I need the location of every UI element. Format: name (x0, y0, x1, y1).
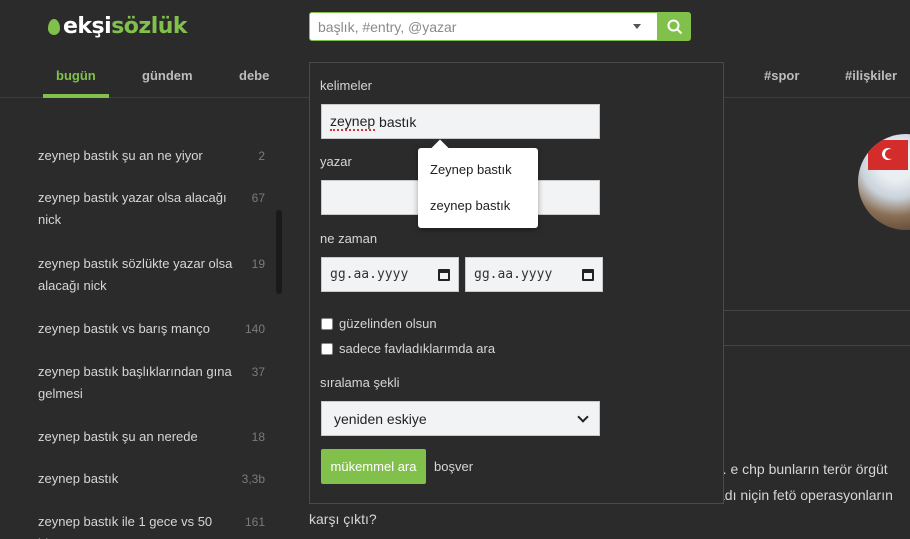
topic-title: zeynep bastık başlıklarından gına gelmes… (38, 364, 232, 401)
topic-count: 37 (251, 365, 265, 379)
chevron-down-icon (577, 410, 589, 423)
topic-count: 3,3b (241, 472, 265, 486)
topic-title: zeynep bastık vs barış manço (38, 321, 210, 336)
calendar-icon[interactable] (438, 268, 450, 281)
divider (724, 310, 910, 311)
site-logo[interactable]: ekşisözlük (48, 12, 188, 40)
logo-text-part2: sözlük (111, 13, 188, 39)
reset-link[interactable]: boşver (434, 459, 473, 474)
topic-title: zeynep bastık şu an ne yiyor (38, 148, 203, 163)
topic-count: 18 (251, 430, 265, 444)
topic-item[interactable]: zeynep bastık ile 1 gece vs 50 bin 161 (38, 511, 268, 539)
tab-iliskiler[interactable]: #ilişkiler (845, 68, 897, 83)
search-submit-button[interactable]: mükemmel ara (321, 449, 426, 484)
nice-checkbox-label: güzelinden olsun (339, 316, 437, 331)
keywords-label: kelimeler (320, 78, 373, 93)
tab-gundem[interactable]: gündem (142, 68, 193, 83)
topic-item[interactable]: zeynep bastık vs barış manço 140 (38, 318, 268, 340)
topic-count: 19 (251, 257, 265, 271)
tab-spor[interactable]: #spor (764, 68, 799, 83)
favs-checkbox[interactable]: sadece favladıklarımda ara (321, 341, 495, 356)
search-icon (667, 19, 682, 34)
entry-text-line: adı niçin fetö operasyonların (717, 487, 893, 503)
date-to-input[interactable]: gg.aa.yyyy (465, 257, 603, 292)
autocomplete-popup: Zeynep bastık zeynep bastık (418, 139, 538, 228)
date-from-placeholder: gg.aa.yyyy (330, 267, 409, 282)
keywords-input[interactable]: zeynep bastık (321, 104, 600, 139)
nice-checkbox[interactable]: güzelinden olsun (321, 316, 437, 331)
advanced-search-caret-icon[interactable] (633, 24, 641, 29)
flag-image (868, 140, 908, 170)
search-button[interactable] (658, 12, 691, 41)
sort-label: sıralama şekli (320, 375, 400, 390)
sort-value: yeniden eskiye (334, 410, 427, 427)
tab-bugun[interactable]: bugün (56, 68, 96, 83)
topic-item[interactable]: zeynep bastık şu an ne yiyor 2 (38, 145, 268, 167)
topic-title: zeynep bastık ile 1 gece vs 50 bin (38, 514, 213, 539)
topic-count: 2 (258, 149, 265, 163)
date-to-placeholder: gg.aa.yyyy (474, 267, 553, 282)
topic-count: 140 (244, 322, 265, 336)
divider (724, 345, 910, 346)
date-from-input[interactable]: gg.aa.yyyy (321, 257, 459, 292)
topic-title: zeynep bastık şu an nerede (38, 429, 198, 444)
search-bar: başlık, #entry, @yazar (309, 12, 691, 41)
search-input[interactable]: başlık, #entry, @yazar (309, 12, 658, 41)
entry-text-line: ur. e chp bunların terör örgüt (711, 461, 888, 477)
sort-select[interactable]: yeniden eskiye (321, 401, 600, 436)
calendar-icon[interactable] (582, 268, 594, 281)
avatar[interactable] (858, 134, 910, 230)
topic-item[interactable]: zeynep bastık yazar olsa alacağı nick 67 (38, 187, 268, 231)
favs-checkbox-label: sadece favladıklarımda ara (339, 341, 496, 356)
tab-debe[interactable]: debe (239, 68, 269, 83)
author-label: yazar (320, 154, 352, 169)
topic-list-scrollbar[interactable] (276, 210, 282, 294)
topic-title: zeynep bastık yazar olsa alacağı nick (38, 190, 227, 227)
autocomplete-option[interactable]: zeynep bastık (430, 198, 510, 213)
active-tab-indicator (43, 94, 109, 98)
search-placeholder: başlık, #entry, @yazar (318, 18, 457, 35)
topic-title: zeynep bastık sözlükte yazar olsa alacağ… (38, 256, 233, 293)
topic-item[interactable]: zeynep bastık sözlükte yazar olsa alacağ… (38, 253, 268, 297)
logo-text-part1: ekşi (63, 13, 112, 39)
advanced-search-panel: kelimeler zeynep bastık yazar ne zaman g… (309, 62, 724, 504)
checkbox-box[interactable] (321, 342, 333, 355)
topic-item[interactable]: zeynep bastık başlıklarından gına gelmes… (38, 361, 268, 405)
topic-item[interactable]: zeynep bastık 3,3b (38, 468, 268, 490)
checkbox-box[interactable] (321, 317, 333, 330)
date-label: ne zaman (320, 231, 378, 246)
drop-icon (48, 19, 60, 35)
autocomplete-option[interactable]: Zeynep bastık (430, 162, 512, 177)
topic-count: 161 (244, 515, 265, 529)
topic-count: 67 (251, 191, 265, 205)
keywords-value-word1: zeynep (330, 112, 376, 131)
keywords-value-word2: bastık (375, 113, 417, 130)
topic-title: zeynep bastık (38, 471, 119, 486)
entry-text-line: karşı çıktı? (309, 511, 377, 527)
topic-item[interactable]: zeynep bastık şu an nerede 18 (38, 426, 268, 448)
